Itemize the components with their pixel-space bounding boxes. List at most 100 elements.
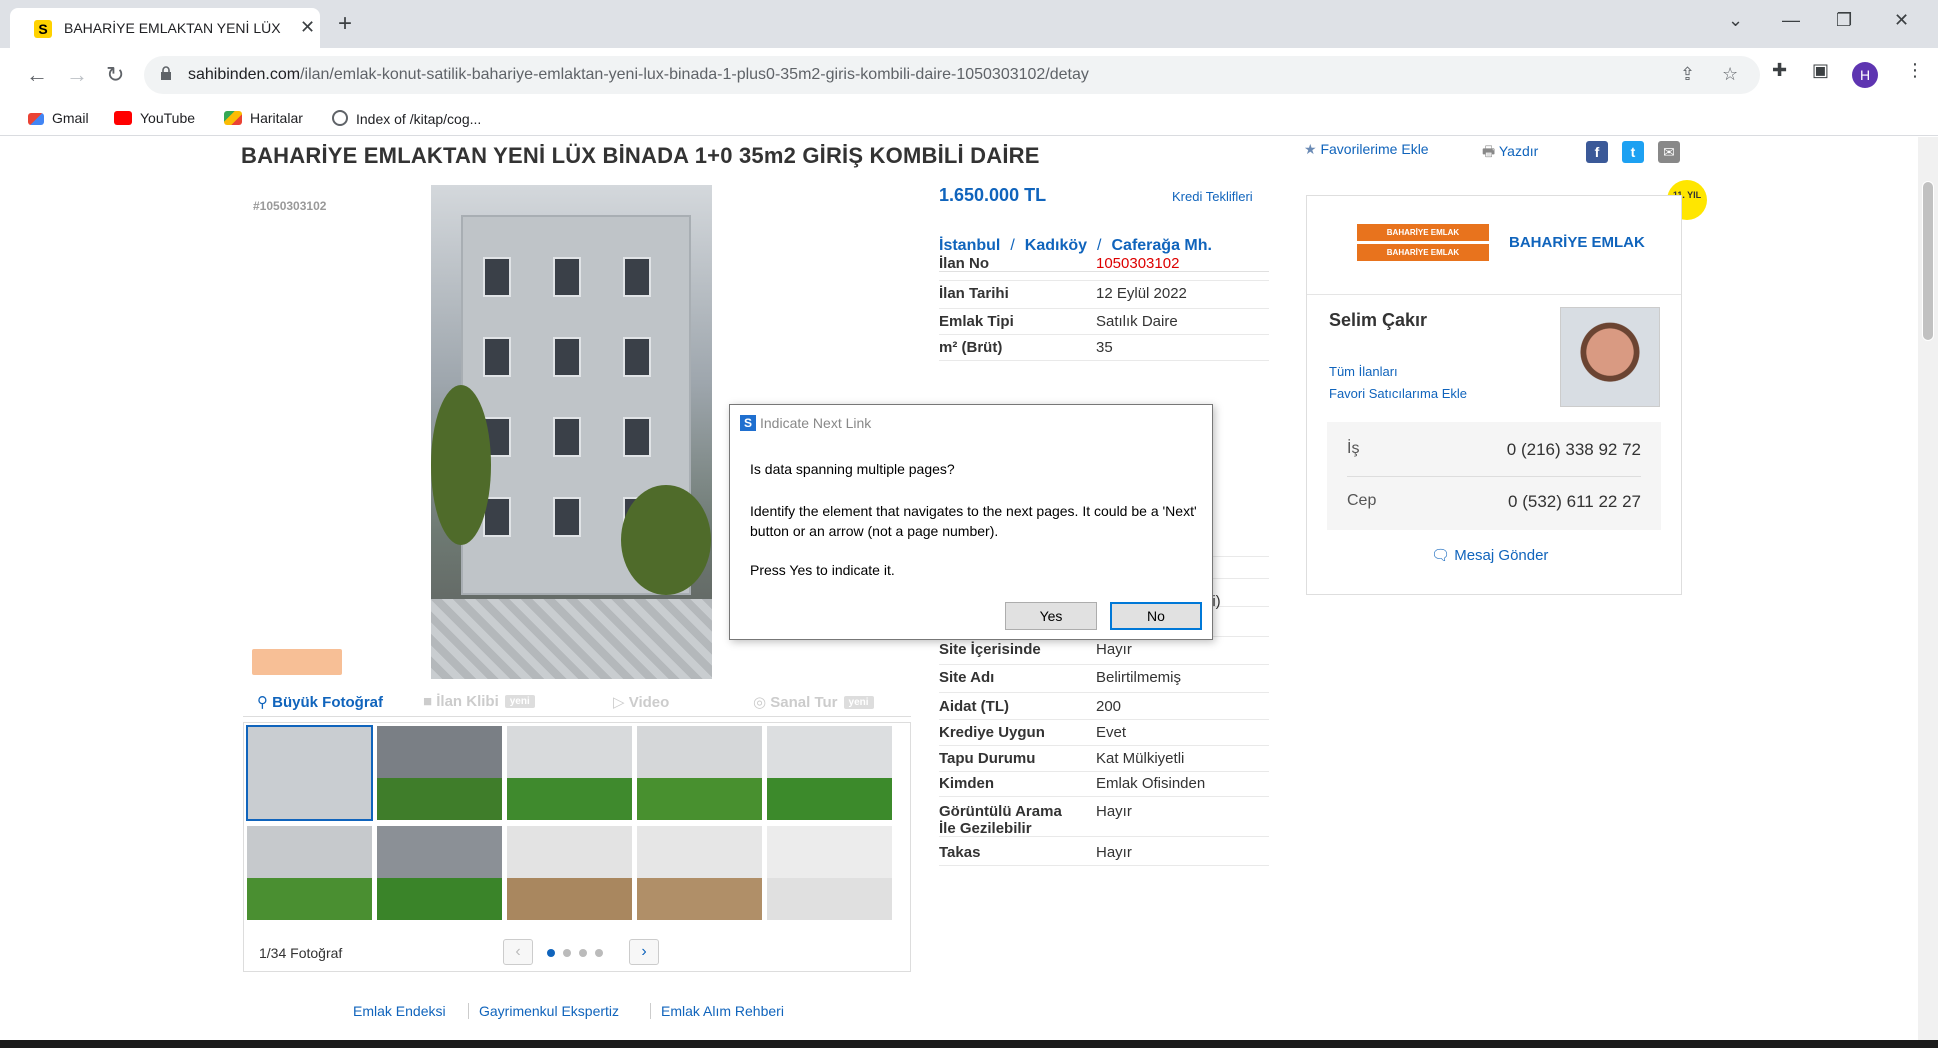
restore-icon[interactable]: ❐ (1836, 10, 1852, 31)
page-scrollbar[interactable] (1918, 137, 1938, 1040)
bookmark-youtube[interactable]: YouTube (114, 110, 195, 126)
send-message-link[interactable]: 🗨 Mesaj Gönder (1431, 546, 1548, 564)
listing-id-label: #1050303102 (253, 199, 327, 213)
detail-key: Site Adı (939, 669, 995, 686)
url-path: /ilan/emlak-konut-satilik-bahariye-emlak… (300, 66, 1089, 83)
thumbnail[interactable] (766, 825, 893, 921)
side-panel-icon[interactable]: ▣ (1812, 60, 1829, 81)
thumbnail[interactable] (246, 725, 373, 821)
main-photo[interactable] (431, 185, 712, 679)
pager-dot[interactable] (563, 949, 571, 957)
tab-search-icon[interactable]: ⌄ (1728, 10, 1743, 31)
minimize-icon[interactable]: — (1782, 10, 1800, 31)
bookmark-haritalar[interactable]: Haritalar (224, 110, 303, 126)
tab-virtual-tour[interactable]: ◎ Sanal Tur yeni (753, 693, 874, 711)
detail-value: 12 Eylül 2022 (1096, 285, 1187, 302)
scrollbar-thumb[interactable] (1922, 181, 1934, 341)
detail-row: Görüntülü Arama İle Gezilebilir Hayır (939, 797, 1269, 837)
forward-icon[interactable]: → (66, 62, 88, 88)
thumbnail[interactable] (636, 725, 763, 821)
prev-photo-button[interactable]: ‹ (503, 939, 533, 965)
thumbnail[interactable] (246, 825, 373, 921)
detail-key: Takas (939, 844, 981, 861)
gmail-icon (28, 113, 44, 125)
next-photo-button[interactable]: › (629, 939, 659, 965)
store-name[interactable]: BAHARİYE EMLAK (1509, 234, 1645, 251)
detail-value: 35 (1096, 339, 1113, 356)
bookmark-gmail[interactable]: Gmail (28, 110, 89, 126)
no-button[interactable]: No (1110, 602, 1202, 630)
window-close-icon[interactable]: ✕ (1894, 10, 1909, 31)
detail-row: Emlak Tipi Satılık Daire (939, 309, 1269, 335)
alim-rehberi-link[interactable]: Emlak Alım Rehberi (661, 1003, 784, 1019)
sahibinden-favicon-icon: S (34, 20, 52, 38)
bookmark-index[interactable]: Index of /kitap/cog... (332, 110, 481, 127)
extensions-icon[interactable]: ✚ (1772, 60, 1787, 81)
email-share-icon[interactable]: ✉ (1658, 141, 1680, 163)
store-logo[interactable]: BAHARİYE EMLAK BAHARİYE EMLAK (1357, 224, 1489, 262)
emlak-endeksi-link[interactable]: Emlak Endeksi (353, 1003, 446, 1019)
detail-value: 1050303102 (1096, 255, 1180, 272)
phone-box: İş 0 (216) 338 92 72 Cep 0 (532) 611 22 … (1327, 422, 1661, 530)
thumbnail[interactable] (506, 825, 633, 921)
pager-dot[interactable] (547, 949, 555, 957)
listing-title: BAHARİYE EMLAKTAN YENİ LÜX BİNADA 1+0 35… (241, 143, 1040, 168)
seller-name: Selim Çakır (1329, 310, 1428, 330)
dialog-instruction: Press Yes to indicate it. (750, 562, 895, 578)
detail-value: Hayır (1096, 641, 1132, 658)
photo-count: 1/34 Fotoğraf (259, 945, 343, 961)
yes-button[interactable]: Yes (1005, 602, 1097, 630)
ekspertiz-link[interactable]: Gayrimenkul Ekspertiz (479, 1003, 619, 1019)
twitter-share-icon[interactable]: t (1622, 141, 1644, 163)
tab-title: BAHARİYE EMLAKTAN YENİ LÜX (64, 20, 281, 36)
menu-icon[interactable]: ⋮ (1906, 60, 1924, 81)
new-tab-icon[interactable]: + (338, 10, 352, 38)
dialog-question: Is data spanning multiple pages? (750, 461, 955, 477)
thumbnail[interactable] (376, 725, 503, 821)
pager-dot[interactable] (595, 949, 603, 957)
seller-photo (1560, 307, 1660, 407)
star-icon: ★ (1304, 141, 1317, 157)
reload-icon[interactable]: ↻ (106, 62, 124, 88)
pager-dot[interactable] (579, 949, 587, 957)
address-bar[interactable]: sahibinden.com/ilan/emlak-konut-satilik-… (144, 56, 1760, 94)
credit-offers-link[interactable]: Kredi Teklifleri (1172, 189, 1253, 204)
thumbnail[interactable] (506, 725, 633, 821)
detail-value: 200 (1096, 698, 1122, 715)
thumbnail-grid: 1/34 Fotoğraf ‹ › (243, 722, 911, 972)
tab-video[interactable]: ▷ Video (613, 693, 669, 711)
browser-tab[interactable]: S BAHARİYE EMLAKTAN YENİ LÜX ✕ (10, 8, 320, 48)
detail-key: Emlak Tipi (939, 313, 1014, 330)
tab-big-photo[interactable]: ⚲ Büyük Fotoğraf (257, 693, 383, 711)
detail-row: Kimden Emlak Ofisinden (939, 771, 1269, 797)
thumbnail[interactable] (376, 825, 503, 921)
favorite-seller-link[interactable]: Favori Satıcılarıma Ekle (1329, 386, 1467, 401)
seller-card: BAHARİYE EMLAK BAHARİYE EMLAK BAHARİYE EM… (1306, 195, 1682, 595)
detail-row: Tapu Durumu Kat Mülkiyetli (939, 746, 1269, 772)
thumbnail[interactable] (766, 725, 893, 821)
detail-row: İlan No 1050303102 (939, 251, 1269, 281)
all-listings-link[interactable]: Tüm İlanları (1329, 364, 1398, 379)
detail-key: İlan Tarihi (939, 285, 1009, 302)
tab-close-icon[interactable]: ✕ (300, 17, 315, 38)
back-icon[interactable]: ← (26, 62, 48, 88)
bookmark-star-icon[interactable]: ☆ (1722, 64, 1738, 85)
add-favorite-link[interactable]: ★ Favorilerime Ekle (1304, 141, 1429, 158)
facebook-share-icon[interactable]: f (1586, 141, 1608, 163)
detail-row: Takas Hayır (939, 840, 1269, 866)
store-watermark (252, 649, 342, 675)
phone-label-mobile: Cep (1347, 492, 1377, 509)
printer-icon: 🖶 (1482, 143, 1496, 159)
phone-number-mobile: 0 (532) 611 22 27 (1508, 492, 1641, 511)
tab-video-clip[interactable]: ■ İlan Klibi yeni (423, 693, 535, 710)
detail-key: İlan No (939, 255, 990, 272)
share-icon[interactable]: ⇪ (1680, 64, 1695, 85)
url-text: sahibinden.com/ilan/emlak-konut-satilik-… (188, 66, 1089, 84)
detail-key: Tapu Durumu (939, 750, 1036, 767)
detail-value: Hayır (1096, 803, 1132, 820)
print-link[interactable]: 🖶 Yazdır (1482, 141, 1538, 165)
detail-key: Krediye Uygun (939, 724, 1045, 741)
detail-row: Site Adı Belirtilmemiş (939, 665, 1269, 693)
thumbnail[interactable] (636, 825, 763, 921)
profile-avatar[interactable]: H (1852, 62, 1878, 88)
